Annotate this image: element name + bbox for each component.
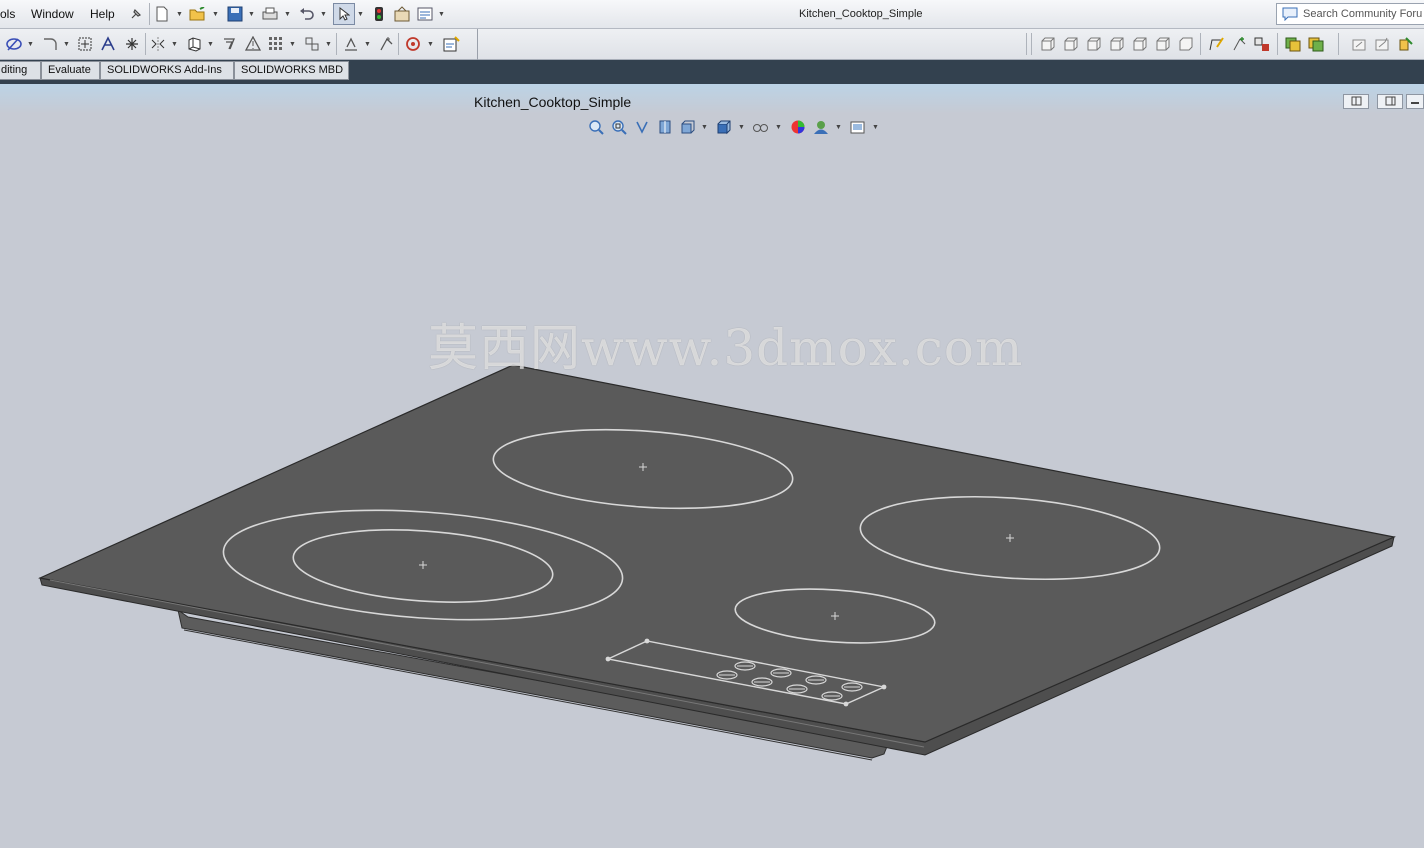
cooktop-model[interactable]: [0, 0, 1424, 848]
cooktop-surface: [38, 364, 1397, 743]
watermark: 莫西网www.3dmox.com: [428, 319, 1024, 377]
